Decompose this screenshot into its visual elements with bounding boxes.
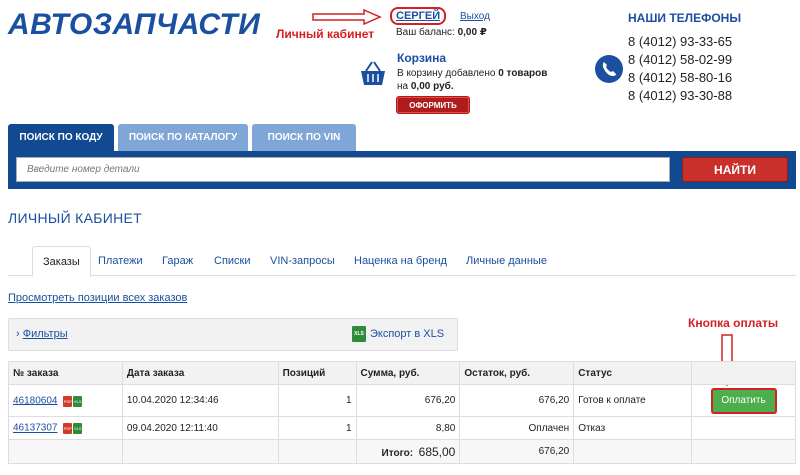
order-id-link[interactable]: 46180604 — [13, 395, 58, 406]
annotation-cabinet: Личный кабинет — [276, 27, 375, 41]
total-label: Итого: — [381, 447, 414, 459]
cart-icon — [361, 61, 385, 85]
nav-orders[interactable]: Заказы — [32, 246, 91, 277]
cart-count: 0 товаров — [498, 68, 548, 79]
cart-line1-prefix: В корзину добавлено — [397, 68, 496, 79]
cart-line2-prefix: на — [397, 81, 409, 92]
order-action-cell — [691, 416, 796, 440]
site-logo[interactable]: АВТОЗАПЧАСТИ — [8, 8, 260, 42]
order-positions: 1 — [277, 384, 357, 417]
order-positions: 1 — [277, 416, 357, 440]
phones-title: НАШИ ТЕЛЕФОНЫ — [628, 11, 742, 25]
search-input[interactable]: Введите номер детали — [16, 157, 670, 182]
export-label: Экспорт в XLS — [370, 327, 445, 340]
all-orders-link[interactable]: Просмотреть позиции всех заказов — [8, 292, 187, 304]
phone-number[interactable]: 8 (4012) 58-02-99 — [628, 51, 732, 69]
balance: Ваш баланс: 0,00 ₽ — [396, 27, 487, 38]
search-button[interactable]: НАЙТИ — [682, 157, 788, 182]
balance-value: 0,00 ₽ — [457, 27, 487, 38]
phone-number[interactable]: 8 (4012) 58-80-16 — [628, 69, 732, 87]
pdf-icon[interactable]: PDF — [63, 423, 73, 434]
nav-payments[interactable]: Платежи — [88, 246, 153, 276]
filters-label: Фильтры — [22, 328, 68, 340]
total-empty — [8, 439, 123, 464]
nav-brand-markup[interactable]: Наценка на бренд — [344, 246, 457, 276]
tab-search-catalog[interactable]: ПОИСК ПО КАТАЛОГУ — [118, 124, 248, 151]
phone-icon — [595, 55, 623, 83]
page-title: ЛИЧНЫЙ КАБИНЕТ — [8, 210, 142, 226]
table-header-row: № заказа Дата заказа Позиций Сумма, руб.… — [8, 361, 796, 385]
order-date: 10.04.2020 12:34:46 — [121, 384, 279, 417]
cart-title[interactable]: Корзина — [397, 51, 446, 65]
phone-list: 8 (4012) 93-33-65 8 (4012) 58-02-99 8 (4… — [628, 33, 732, 105]
nav-personal-data[interactable]: Личные данные — [456, 246, 557, 276]
order-date: 09.04.2020 12:11:40 — [121, 416, 279, 440]
order-id-cell: 46180604 PDF XLS — [8, 384, 123, 417]
total-rest: 676,20 — [459, 439, 575, 464]
phone-number[interactable]: 8 (4012) 93-33-65 — [628, 33, 732, 51]
col-header-sum[interactable]: Сумма, руб. — [355, 361, 461, 385]
xls-icon[interactable]: XLS — [73, 395, 83, 407]
export-xls-button[interactable]: XLS Экспорт в XLS — [352, 326, 444, 342]
total-empty — [121, 439, 279, 464]
total-empty — [573, 439, 693, 464]
tab-search-vin[interactable]: ПОИСК ПО VIN — [252, 124, 356, 151]
pdf-icon[interactable]: PDF — [63, 395, 73, 407]
order-id-cell: 46137307 PDF XLS — [8, 416, 123, 440]
cart-sum: 0,00 руб. — [410, 81, 454, 92]
order-sum: 8,80 — [355, 416, 461, 440]
doc-icons: PDF XLS — [63, 422, 83, 434]
xls-icon[interactable]: XLS — [73, 423, 83, 434]
order-action-cell: Оплатить — [691, 384, 796, 417]
order-status: Отказ — [573, 416, 693, 440]
cart-summary: В корзину добавлено 0 товаров на 0,00 ру… — [397, 67, 577, 93]
checkout-button[interactable]: ОФОРМИТЬ — [397, 97, 469, 113]
nav-garage[interactable]: Гараж — [152, 246, 203, 276]
col-header-positions[interactable]: Позиций — [277, 361, 357, 385]
col-header-action — [691, 361, 796, 385]
xls-file-icon: XLS — [352, 326, 366, 342]
col-header-date[interactable]: Дата заказа — [121, 361, 279, 385]
nav-vin-requests[interactable]: VIN-запросы — [260, 246, 345, 276]
col-header-id[interactable]: № заказа — [8, 361, 123, 385]
tab-search-code[interactable]: ПОИСК ПО КОДУ — [8, 124, 114, 151]
chevron-right-icon: › — [16, 328, 23, 340]
balance-label: Ваш баланс: — [396, 27, 455, 38]
table-total-row: Итого: 685,00 676,20 — [8, 439, 796, 464]
total-sum-cell: Итого: 685,00 — [355, 439, 461, 464]
order-rest: Оплачен — [459, 416, 575, 440]
total-sum: 685,00 — [418, 444, 456, 459]
order-sum: 676,20 — [355, 384, 461, 417]
order-status: Готов к оплате — [573, 384, 693, 417]
orders-table: № заказа Дата заказа Позиций Сумма, руб.… — [8, 361, 796, 464]
user-name-link[interactable]: СЕРГЕЙ — [390, 7, 447, 25]
table-row: 46180604 PDF XLS 10.04.2020 12:34:46 1 67… — [8, 384, 796, 417]
filters-toggle[interactable]: › Фильтры — [16, 328, 68, 340]
annotation-pay: Кнопка оплаты — [688, 316, 779, 330]
nav-lists[interactable]: Списки — [204, 246, 261, 276]
doc-icons: PDF XLS — [63, 395, 83, 407]
pay-button[interactable]: Оплатить — [710, 387, 777, 414]
col-header-status[interactable]: Статус — [573, 361, 693, 385]
total-empty — [277, 439, 357, 464]
logout-link[interactable]: Выход — [460, 11, 490, 22]
total-empty — [691, 439, 796, 464]
arrow-right-icon — [312, 9, 382, 25]
col-header-rest[interactable]: Остаток, руб. — [459, 361, 575, 385]
cabinet-nav: Заказы Платежи Гараж Списки VIN-запросы … — [8, 246, 796, 277]
order-id-link[interactable]: 46137307 — [13, 423, 58, 434]
order-rest: 676,20 — [459, 384, 575, 417]
phone-number[interactable]: 8 (4012) 93-30-88 — [628, 87, 732, 105]
table-row: 46137307 PDF XLS 09.04.2020 12:11:40 1 8,… — [8, 416, 796, 440]
